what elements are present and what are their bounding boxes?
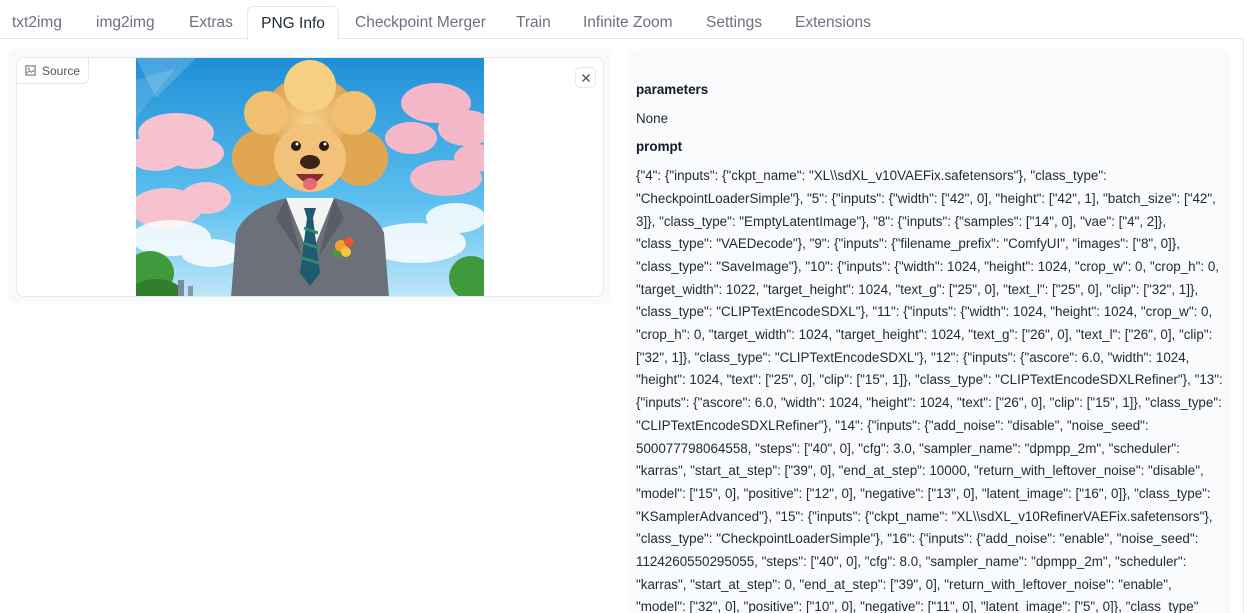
scroll-gutter [1243, 39, 1244, 613]
tab-img2img[interactable]: img2img [96, 6, 155, 39]
tab-checkpoint-merger[interactable]: Checkpoint Merger [355, 6, 486, 39]
close-icon [581, 73, 590, 82]
tab-txt2img[interactable]: txt2img [12, 6, 62, 39]
prompt-value: {"4": {"inputs": {"ckpt_name": "XL\\sdXL… [636, 168, 1223, 613]
info-panel: parameters None prompt {"4": {"inputs": … [628, 49, 1231, 613]
tab-extensions[interactable]: Extensions [795, 6, 871, 39]
image-icon [25, 65, 36, 76]
source-image [136, 58, 484, 296]
source-label: Source [17, 58, 90, 84]
source-label-text: Source [42, 63, 81, 78]
parameters-heading: parameters [636, 82, 709, 97]
png-info-output: parameters None prompt {"4": {"inputs": … [636, 79, 1224, 613]
tab-settings[interactable]: Settings [706, 6, 762, 39]
tab-infinite-zoom[interactable]: Infinite Zoom [583, 6, 673, 39]
tab-png-info[interactable]: PNG Info [247, 6, 339, 40]
clear-image-button[interactable] [575, 67, 596, 88]
parameters-value: None [636, 110, 669, 126]
tab-train[interactable]: Train [516, 6, 551, 39]
source-image-box[interactable]: Source [16, 57, 604, 297]
source-panel: Source [8, 48, 611, 304]
prompt-heading: prompt [636, 139, 683, 155]
tab-extras[interactable]: Extras [189, 6, 233, 39]
tab-bar: txt2img img2img Extras PNG Info Checkpoi… [0, 0, 1244, 40]
